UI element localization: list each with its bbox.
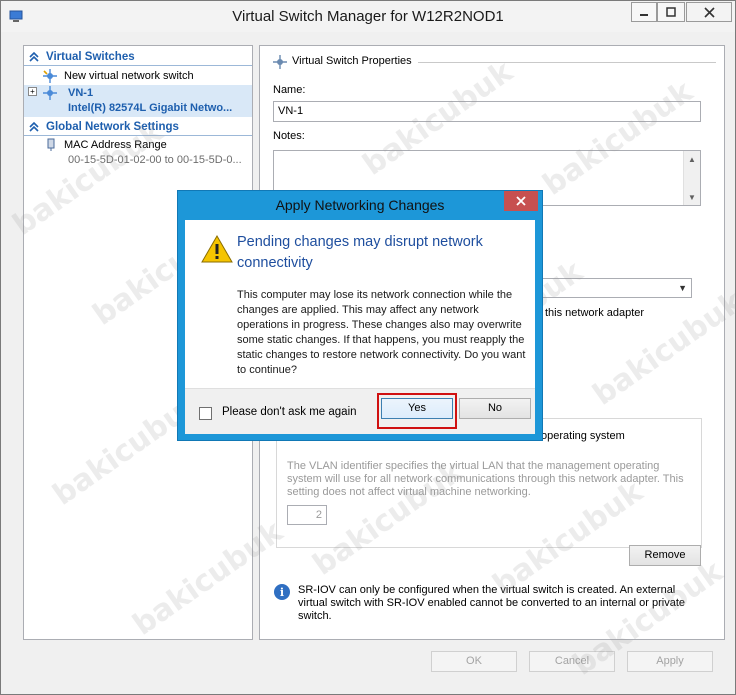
cancel-button[interactable]: Cancel <box>529 651 615 672</box>
window-title: Virtual Switch Manager for W12R2NOD1 <box>232 8 504 25</box>
tree-item-new-switch[interactable]: New virtual network switch <box>24 68 252 84</box>
sriov-info-text: SR-IOV can only be configured when the v… <box>298 584 686 622</box>
switch-name-label: VN-1 <box>68 87 94 99</box>
network-switch-icon <box>273 55 287 69</box>
vlan-description: The VLAN identifier specifies the virtua… <box>287 460 684 498</box>
global-network-settings-header[interactable]: Global Network Settings <box>24 119 252 136</box>
ok-button[interactable]: OK <box>431 651 517 672</box>
switch-adapter-label: Intel(R) 82574L Gigabit Netwo... <box>68 102 233 114</box>
adapter-text: this network adapter <box>545 307 645 319</box>
warning-icon <box>201 235 233 263</box>
dont-ask-label[interactable]: Please don't ask me again <box>222 406 357 418</box>
dialog-message: This computer may lose its network conne… <box>237 289 526 376</box>
expand-icon[interactable]: + <box>28 87 37 96</box>
new-switch-icon <box>43 69 57 83</box>
mac-address-icon <box>47 138 55 151</box>
global-network-settings-label: Global Network Settings <box>46 121 179 133</box>
new-switch-label: New virtual network switch <box>64 70 194 82</box>
close-button[interactable] <box>686 2 732 22</box>
section-divider <box>418 62 716 63</box>
vlan-id-value: 2 <box>315 509 322 521</box>
dialog-body: Pending changes may disrupt network conn… <box>185 220 535 388</box>
scroll-up-icon[interactable]: ▲ <box>684 151 700 167</box>
title-bar[interactable]: Virtual Switch Manager for W12R2NOD1 <box>1 1 735 32</box>
dialog-title: Apply Networking Changes <box>275 197 445 213</box>
mac-range-value: 00-15-5D-01-02-00 to 00-15-5D-0... <box>68 154 242 166</box>
adapter-dropdown[interactable]: ▼ <box>542 278 692 298</box>
remove-button[interactable]: Remove <box>629 545 701 566</box>
close-icon <box>516 196 526 206</box>
apply-button[interactable]: Apply <box>627 651 713 672</box>
collapse-chevron-icon <box>29 51 39 62</box>
yes-button[interactable]: Yes <box>381 398 453 419</box>
scroll-down-icon[interactable]: ▼ <box>684 189 700 205</box>
collapse-chevron-icon <box>29 121 39 132</box>
tree-item-vn1[interactable]: + VN-1 Intel(R) 82574L Gigabit Netwo... <box>24 85 252 117</box>
os-text: operating system <box>541 430 625 442</box>
dialog-footer: Please don't ask me again Yes No <box>185 388 535 434</box>
info-icon: i <box>274 584 290 600</box>
no-button[interactable]: No <box>459 398 531 419</box>
dialog-heading: Pending changes may disrupt network conn… <box>237 234 483 271</box>
name-input[interactable]: VN-1 <box>273 101 701 122</box>
network-switch-icon <box>43 86 57 100</box>
tree-item-mac-range[interactable]: MAC Address Range 00-15-5D-01-02-00 to 0… <box>24 137 252 169</box>
dialog-close-button[interactable] <box>504 191 538 211</box>
minimize-button[interactable] <box>631 2 657 22</box>
mac-range-label: MAC Address Range <box>64 139 167 151</box>
name-input-value: VN-1 <box>278 105 304 117</box>
name-label: Name: <box>273 84 306 96</box>
maximize-icon <box>666 7 676 17</box>
apply-networking-changes-dialog: Apply Networking Changes Pending changes… <box>177 190 543 441</box>
maximize-button[interactable] <box>657 2 685 22</box>
notes-label: Notes: <box>273 130 305 142</box>
minimize-icon <box>640 14 648 16</box>
virtual-switches-header[interactable]: Virtual Switches <box>24 49 252 66</box>
close-icon <box>703 6 715 18</box>
virtual-switches-label: Virtual Switches <box>46 51 135 63</box>
dont-ask-checkbox[interactable] <box>199 407 212 420</box>
vlan-id-input[interactable]: 2 <box>287 505 327 525</box>
notes-scrollbar[interactable]: ▲ ▼ <box>683 151 700 205</box>
properties-section-title: Virtual Switch Properties <box>292 55 412 67</box>
chevron-down-icon: ▼ <box>678 283 687 293</box>
